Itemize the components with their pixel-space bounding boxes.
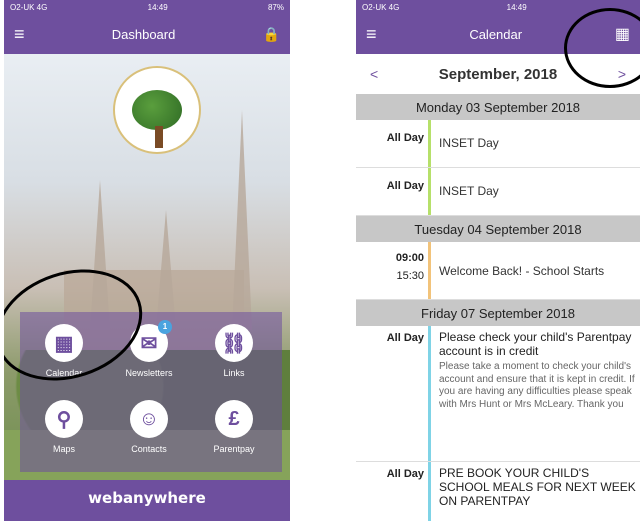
event-title: INSET Day	[439, 184, 499, 198]
event-title: Please check your child's Parentpay acco…	[439, 330, 632, 358]
event-row[interactable]: All Day INSET Day	[356, 168, 640, 216]
day-header: Monday 03 September 2018	[356, 94, 640, 120]
brand-logo: webanywhere	[88, 489, 206, 507]
event-row[interactable]: All Day PRE BOOK YOUR CHILD'S SCHOOL MEA…	[356, 462, 640, 521]
notification-badge: 1	[158, 320, 172, 334]
prev-month-button[interactable]: <	[370, 66, 378, 82]
event-row[interactable]: All Day INSET Day	[356, 120, 640, 168]
month-title: September, 2018	[438, 65, 558, 83]
tile-label: Maps	[52, 444, 75, 454]
event-time: 09:00 15:30	[395, 252, 424, 282]
link-icon: ⛓	[215, 324, 253, 362]
event-row[interactable]: All Day Please check your child's Parent…	[356, 326, 640, 462]
day-header: Tuesday 04 September 2018	[356, 216, 640, 242]
status-bar: O2-UK 4G 14:49 87%	[4, 0, 290, 14]
event-title: Welcome Back! - School Starts	[439, 264, 605, 278]
tile-maps[interactable]: ⚲ Maps	[24, 400, 104, 454]
event-time: All Day	[386, 468, 424, 480]
time-label: 14:49	[506, 2, 527, 12]
hamburger-menu-icon[interactable]: ≡	[14, 24, 25, 45]
battery-label: 87%	[267, 2, 284, 12]
tile-label: Links	[223, 368, 245, 378]
tile-parentpay[interactable]: £ Parentpay	[194, 400, 274, 454]
tile-contacts[interactable]: ☺ Contacts	[109, 400, 189, 454]
dashboard-screen: O2-UK 4G 14:49 87% ≡ Dashboard 🔒 ▦ Calen…	[4, 0, 290, 521]
footer-brand-bar: webanywhere	[4, 481, 290, 521]
lock-icon[interactable]: 🔒	[263, 26, 280, 43]
people-icon: ☺	[130, 400, 168, 438]
event-time: All Day	[386, 332, 424, 344]
time-label: 14:49	[147, 2, 168, 12]
calendar-screen: O2-UK 4G 14:49 ≡ Calendar ▦ < September,…	[356, 0, 640, 521]
tile-label: Newsletters	[125, 368, 173, 378]
event-time: All Day	[386, 180, 424, 192]
event-description: Please take a moment to check your child…	[439, 361, 635, 410]
tile-links[interactable]: ⛓ Links	[194, 324, 274, 378]
page-title: Calendar	[469, 26, 523, 42]
tile-label: Parentpay	[213, 444, 255, 454]
event-row[interactable]: 09:00 15:30 Welcome Back! - School Start…	[356, 242, 640, 300]
event-time: All Day	[386, 132, 424, 144]
tile-label: Contacts	[131, 444, 167, 454]
map-pin-icon: ⚲	[45, 400, 83, 438]
hamburger-menu-icon[interactable]: ≡	[366, 24, 377, 45]
carrier-label: O2-UK 4G	[362, 2, 400, 12]
event-title: INSET Day	[439, 136, 499, 150]
school-logo	[113, 66, 201, 154]
day-header: Friday 07 September 2018	[356, 300, 640, 326]
event-title: PRE BOOK YOUR CHILD'S SCHOOL MEALS FOR N…	[439, 466, 636, 508]
pound-icon: £	[215, 400, 253, 438]
carrier-label: O2-UK 4G	[10, 2, 48, 12]
page-title: Dashboard	[111, 26, 176, 42]
top-bar: ≡ Dashboard 🔒	[4, 14, 290, 54]
